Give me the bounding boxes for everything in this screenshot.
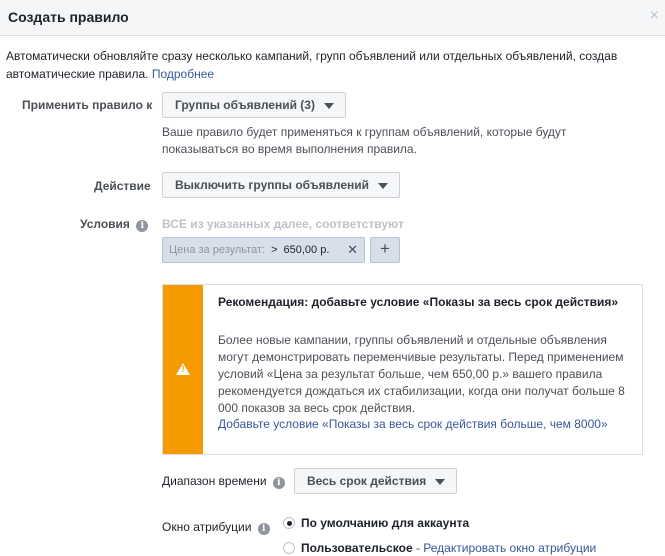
intro-description: Автоматически обновляйте сразу несколько…	[6, 49, 618, 81]
recommendation-title: Рекомендация: добавьте условие «Показы з…	[218, 295, 619, 309]
time-range-label: Диапазон времени i	[162, 474, 285, 489]
attribution-label: Окно атрибуции i	[162, 520, 270, 535]
attribution-custom-label[interactable]: Пользовательское - Редактировать окно ат…	[301, 541, 596, 555]
learn-more-link[interactable]: Подробнее	[152, 67, 214, 81]
info-icon[interactable]: i	[257, 523, 270, 535]
dialog-header: Создать правило ×	[0, 0, 665, 36]
condition-token[interactable]: Цена за результат: >650,00 р. ✕	[162, 237, 365, 263]
edit-attribution-link[interactable]: Редактировать окно атрибуции	[423, 541, 596, 555]
apply-rule-label: Применить правило к	[22, 98, 153, 112]
time-range-label-text: Диапазон времени	[162, 474, 267, 488]
caret-down-icon	[323, 103, 334, 109]
apply-rule-help: Ваше правило будет применяться к группам…	[162, 125, 567, 156]
remove-condition-icon[interactable]: ✕	[347, 238, 358, 262]
recommendation-body: Более новые кампании, группы объявлений …	[218, 333, 625, 415]
action-dropdown[interactable]: Выключить группы объявлений	[162, 172, 401, 198]
add-condition-button[interactable]: +	[370, 237, 400, 263]
caret-down-icon	[378, 183, 389, 189]
attribution-custom-text: Пользовательское	[301, 541, 413, 555]
intro-text: Автоматически обновляйте сразу несколько…	[6, 47, 656, 83]
apply-rule-dropdown[interactable]: Группы объявлений (3)	[162, 92, 346, 118]
caret-down-icon	[435, 479, 446, 485]
attribution-default-radio[interactable]	[283, 517, 295, 529]
warning-icon-mark: !	[181, 364, 185, 374]
conditions-label: Условия i	[80, 217, 149, 232]
close-icon[interactable]: ×	[650, 8, 659, 24]
condition-operator: >	[271, 244, 278, 256]
action-label: Действие	[94, 179, 151, 193]
conditions-hint: ВСЕ из указанных далее, соответствуют	[162, 217, 404, 231]
condition-field: Цена за результат:	[169, 244, 266, 256]
time-range-value: Весь срок действия	[307, 474, 427, 488]
time-range-dropdown[interactable]: Весь срок действия	[294, 468, 458, 494]
info-icon[interactable]: i	[136, 220, 149, 232]
info-icon[interactable]: i	[272, 477, 285, 489]
dialog-title: Создать правило	[8, 9, 129, 25]
attribution-default-label[interactable]: По умолчанию для аккаунта	[301, 516, 469, 530]
condition-value: 650,00 р.	[283, 244, 330, 256]
attribution-label-text: Окно атрибуции	[162, 520, 252, 534]
action-value: Выключить группы объявлений	[175, 178, 370, 192]
conditions-label-text: Условия	[80, 217, 130, 231]
recommendation-box: ! Рекомендация: добавьте условие «Показы…	[162, 284, 643, 455]
apply-rule-value: Группы объявлений (3)	[175, 98, 315, 112]
attribution-custom-radio[interactable]	[283, 542, 295, 554]
add-impressions-condition-link[interactable]: Добавьте условие «Показы за весь срок де…	[218, 416, 618, 433]
attribution-separator: -	[412, 541, 424, 555]
